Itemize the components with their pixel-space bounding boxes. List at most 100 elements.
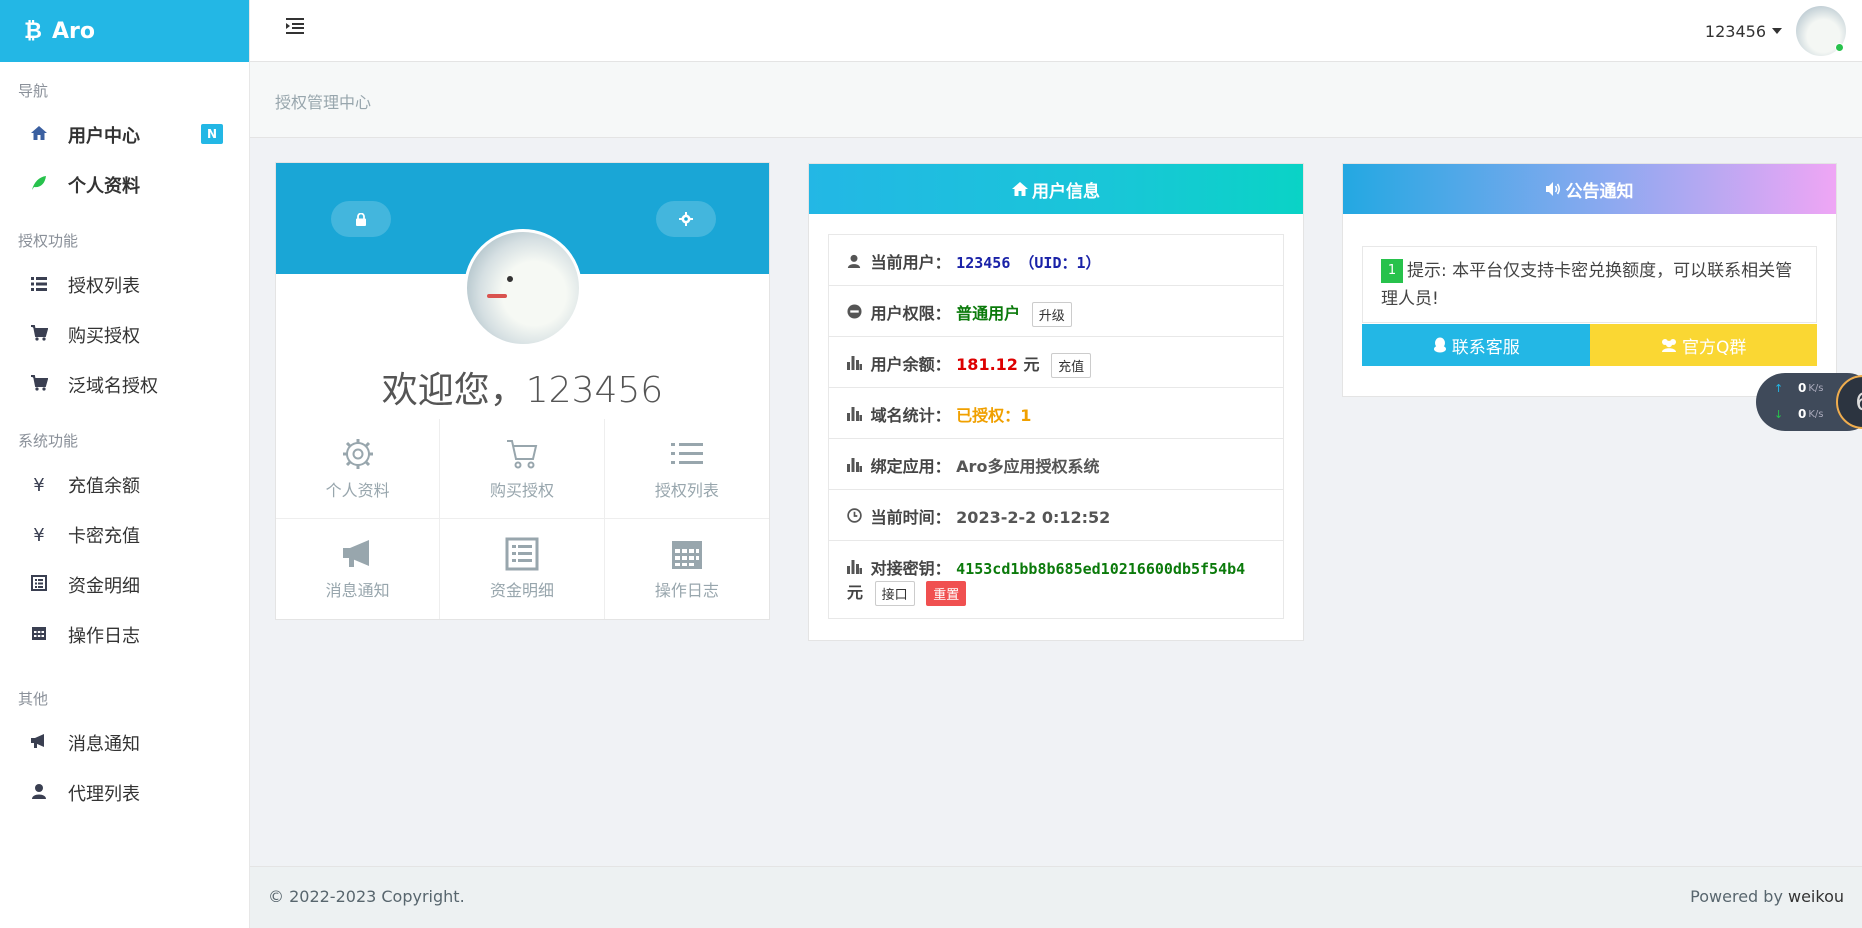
nav-section-title: 授权功能: [18, 232, 79, 250]
menu-toggle-icon[interactable]: [286, 18, 306, 36]
sidebar-item-recharge[interactable]: ¥ 充值余额: [0, 460, 249, 510]
sidebar-item-label: 消息通知: [68, 734, 140, 755]
home-icon: [28, 124, 50, 147]
nav-section-title: 导航: [18, 82, 49, 100]
sidebar-item-label: 授权列表: [68, 276, 140, 297]
sidebar-item-profile[interactable]: 个人资料: [0, 160, 249, 210]
copyright: © 2022-2023 Copyright.: [268, 887, 465, 906]
chevron-down-icon: [1772, 28, 1782, 34]
user-menu[interactable]: 123456: [1705, 0, 1862, 62]
sidebar-item-wildcard-auth[interactable]: 泛域名授权: [0, 360, 249, 410]
bar-chart-icon: [847, 406, 865, 425]
username: 123456: [1704, 21, 1766, 41]
brand[interactable]: ₿ Aro: [0, 0, 249, 62]
info-row-domains: 域名统计： 已授权：1: [829, 388, 1283, 439]
calendar-icon: [28, 625, 50, 646]
upload-speed: 0: [1798, 381, 1807, 395]
network-speed-widget[interactable]: ↑ 0K/s ↓ 0K/s 6: [1756, 373, 1862, 431]
quick-link-funds[interactable]: 资金明细: [440, 519, 605, 619]
info-row-app: 绑定应用： Aro多应用授权系统: [829, 439, 1283, 490]
profile-avatar[interactable]: [464, 229, 582, 347]
official-qq-group-button[interactable]: 官方Q群: [1589, 324, 1817, 366]
sidebar-item-label: 购买授权: [68, 326, 140, 347]
sidebar-item-label: 卡密充值: [68, 526, 140, 547]
notice-title: 公告通知: [1565, 181, 1634, 202]
download-arrow-icon: ↓: [1774, 407, 1784, 421]
home-icon: [1012, 182, 1028, 196]
contact-support-button[interactable]: 联系客服: [1362, 324, 1590, 366]
upload-arrow-icon: ↑: [1774, 381, 1784, 395]
balance-value: 181.12: [956, 355, 1018, 374]
brand-name: Aro: [51, 18, 95, 44]
quick-link-label: 操作日志: [654, 581, 719, 600]
current-user-value: 123456 （UID：1）: [956, 254, 1101, 272]
api-key-value: 4153cd1bb8b685ed10216600db5f54b4: [956, 560, 1246, 578]
notice-panel: 公告通知 1 提示: 本平台仅支持卡密兑换额度，可以联系相关管理人员! 联系客服 …: [1342, 163, 1837, 397]
api-button[interactable]: 接口: [874, 581, 915, 606]
info-row-permission: 用户权限： 普通用户 升级: [829, 286, 1283, 337]
sidebar-item-label: 个人资料: [68, 176, 140, 197]
sidebar-item-logs[interactable]: 操作日志: [0, 610, 249, 660]
ledger-icon: [28, 574, 50, 596]
sidebar-item-auth-list[interactable]: 授权列表: [0, 260, 249, 310]
avatar[interactable]: [1796, 6, 1846, 56]
notice-actions: 联系客服 官方Q群: [1362, 324, 1817, 366]
bar-chart-icon: [847, 355, 865, 374]
breadcrumb-bar: 授权管理中心: [250, 62, 1862, 138]
cart-icon: [28, 324, 50, 346]
powered-by: Powered by weikou: [1690, 887, 1844, 906]
upgrade-button[interactable]: 升级: [1031, 302, 1072, 327]
sidebar-item-messages[interactable]: 消息通知: [0, 718, 249, 768]
topbar: 123456: [250, 0, 1862, 62]
permission-value: 普通用户: [956, 304, 1021, 323]
quick-link-label: 个人资料: [325, 480, 390, 500]
sidebar-item-label: 泛域名授权: [68, 376, 158, 397]
clock-icon: [847, 508, 865, 527]
gear-icon: [679, 212, 693, 226]
volume-icon: [1545, 182, 1560, 196]
cart-icon: [506, 439, 538, 468]
sidebar: ₿ Aro 导航 用户中心 N 个人资料 授权功能 授权列表 购买授权 泛域名授…: [0, 0, 250, 928]
users-icon: [1662, 339, 1677, 352]
bitcoin-icon: ₿: [24, 19, 42, 44]
breadcrumb: 授权管理中心: [275, 93, 372, 112]
notice-text: 提示: 本平台仅支持卡密兑换额度，可以联系相关管理人员!: [1381, 261, 1793, 309]
download-speed: 0: [1798, 407, 1807, 421]
recharge-button[interactable]: 充值: [1051, 353, 1092, 378]
sidebar-item-buy-auth[interactable]: 购买授权: [0, 310, 249, 360]
sidebar-item-label: 操作日志: [68, 626, 140, 647]
yen-icon: ¥: [33, 474, 45, 496]
info-row-api-key: 对接密钥： 4153cd1bb8b685ed10216600db5f54b4 元…: [829, 541, 1283, 618]
sidebar-item-agents[interactable]: 代理列表: [0, 768, 249, 818]
speed-gauge: 6: [1836, 375, 1862, 429]
bar-chart-icon: [847, 457, 865, 476]
quick-link-profile[interactable]: 个人资料: [276, 419, 441, 519]
info-row-time: 当前时间： 2023-2-2 0:12:52: [829, 490, 1283, 541]
cart-icon: [28, 374, 50, 396]
sidebar-item-funds[interactable]: 资金明细: [0, 560, 249, 610]
sidebar-item-label: 用户中心: [68, 126, 140, 147]
user-info-title: 用户信息: [1032, 181, 1100, 202]
leaf-icon: [28, 174, 50, 197]
balance-unit: 元: [1023, 355, 1040, 374]
quick-link-auth-list[interactable]: 授权列表: [604, 419, 769, 519]
user-icon: [847, 253, 865, 272]
quick-link-messages[interactable]: 消息通知: [276, 519, 441, 619]
profile-panel: 欢迎您，123456 个人资料 购买授权 授权列表 消息通知 资金明细 操作日志: [275, 162, 770, 620]
quick-link-label: 购买授权: [489, 480, 554, 500]
lock-button[interactable]: [331, 201, 391, 237]
reset-button[interactable]: 重置: [926, 581, 967, 606]
notice-header: 公告通知: [1343, 164, 1836, 214]
quick-link-logs[interactable]: 操作日志: [605, 519, 769, 619]
quick-link-buy-auth[interactable]: 购买授权: [440, 419, 605, 519]
powered-by-link[interactable]: weikou: [1788, 887, 1844, 906]
quick-link-label: 授权列表: [654, 480, 719, 500]
qq-icon: [1433, 337, 1446, 353]
sidebar-item-user-center[interactable]: 用户中心 N: [0, 110, 249, 160]
quick-links-grid: 个人资料 购买授权 授权列表 消息通知 资金明细 操作日志: [276, 419, 769, 619]
new-badge: N: [201, 124, 223, 144]
sidebar-item-label: 充值余额: [68, 476, 140, 497]
sidebar-item-label: 资金明细: [68, 576, 140, 597]
sidebar-item-card-recharge[interactable]: ¥ 卡密充值: [0, 510, 249, 560]
settings-button[interactable]: [656, 201, 716, 237]
